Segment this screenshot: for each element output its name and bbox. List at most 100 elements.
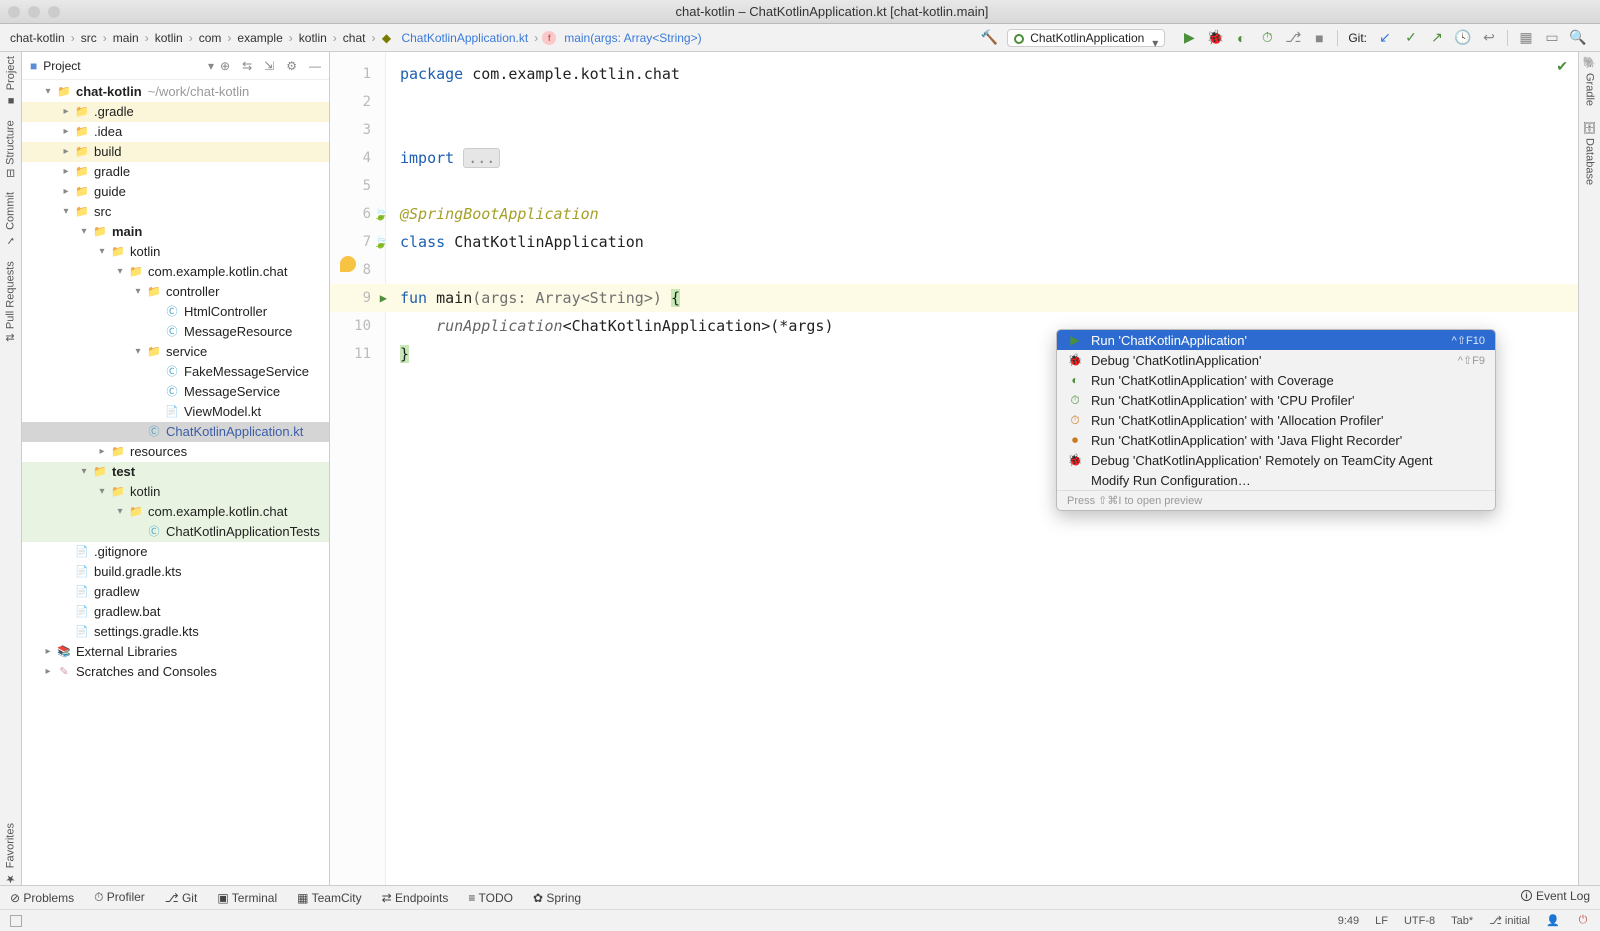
expand-arrow-icon[interactable]: ▸ [60, 182, 72, 202]
tree-row[interactable]: ▾📁kotlin [22, 242, 329, 262]
tool-todo[interactable]: ≡ TODO [468, 891, 513, 905]
tree-row[interactable]: ▸📁resources [22, 442, 329, 462]
line-number[interactable]: 1 [330, 60, 385, 88]
expand-arrow-icon[interactable]: ▾ [78, 462, 90, 482]
tool-tab-commit[interactable]: ✓Commit [4, 192, 17, 247]
expand-arrow-icon[interactable]: ▸ [96, 442, 108, 462]
expand-arrow-icon[interactable]: ▸ [60, 102, 72, 122]
tool-tab-pull-requests[interactable]: ⇅Pull Requests [4, 261, 17, 342]
tool-tab-structure[interactable]: ⊟Structure [4, 120, 17, 178]
expand-arrow-icon[interactable]: ▾ [96, 242, 108, 262]
expand-arrow-icon[interactable]: ▾ [132, 342, 144, 362]
ide-features-icon[interactable]: ▭ [1544, 30, 1560, 46]
expand-arrow-icon[interactable]: ▸ [42, 662, 54, 682]
tree-row[interactable]: 📄gradlew [22, 582, 329, 602]
tree-row[interactable]: ▾📁test [22, 462, 329, 482]
tree-row[interactable]: ▾📁com.example.kotlin.chat [22, 502, 329, 522]
tool-tab-gradle[interactable]: 🐘Gradle [1583, 56, 1596, 106]
tool-profiler[interactable]: ⏱ Profiler [94, 890, 145, 905]
gutter[interactable]: 123456🍃7🍃89▶1011 [330, 52, 386, 885]
tree-row[interactable]: ⒸHtmlController [22, 302, 329, 322]
context-menu-item[interactable]: ⏱Run 'ChatKotlinApplication' with 'CPU P… [1057, 390, 1495, 410]
run-config-selector[interactable]: ChatKotlinApplication ▾ [1007, 29, 1165, 47]
expand-arrow-icon[interactable]: ▸ [60, 162, 72, 182]
run-context-menu[interactable]: ▶Run 'ChatKotlinApplication'^⇧F10🐞Debug … [1056, 329, 1496, 511]
tool-spring[interactable]: ✿ Spring [533, 891, 581, 905]
context-menu-item[interactable]: ◐Run 'ChatKotlinApplication' with Covera… [1057, 370, 1495, 390]
spring-gutter-icon[interactable]: 🍃 [373, 235, 387, 249]
tree-row[interactable]: ▾📁com.example.kotlin.chat [22, 262, 329, 282]
editor[interactable]: ✔ 123456🍃7🍃89▶1011 package com.example.k… [330, 52, 1578, 885]
tree-row[interactable]: ▸📁build [22, 142, 329, 162]
tree-row[interactable]: ▸📁.gradle [22, 102, 329, 122]
tree-row[interactable]: 📄settings.gradle.kts [22, 622, 329, 642]
gear-icon[interactable]: ⚙ [286, 59, 297, 73]
tree-row[interactable]: ▾📁controller [22, 282, 329, 302]
stop-icon[interactable]: ■ [1311, 30, 1327, 46]
expand-arrow-icon[interactable]: ▾ [60, 202, 72, 222]
tree-row[interactable]: ▾📁main [22, 222, 329, 242]
expand-arrow-icon[interactable]: ▾ [42, 82, 54, 102]
status-lock-icon[interactable]: ⏻ [1576, 914, 1590, 928]
attach-icon[interactable]: ⎇ [1285, 30, 1301, 46]
line-number[interactable]: 6🍃 [330, 200, 385, 228]
crumb-file[interactable]: ChatKotlinApplication.kt [399, 31, 530, 45]
tree-row[interactable]: 📄ViewModel.kt [22, 402, 329, 422]
tree-row[interactable]: 📄gradlew.bat [22, 602, 329, 622]
teamcity-icon[interactable]: ▦ [1518, 30, 1534, 46]
context-menu-item[interactable]: 🐞Debug 'ChatKotlinApplication' Remotely … [1057, 450, 1495, 470]
line-number[interactable]: 2 [330, 88, 385, 116]
crumb-function[interactable]: main(args: Array<String>) [562, 31, 703, 45]
crumb[interactable]: src [79, 31, 99, 45]
crumb[interactable]: main [111, 31, 141, 45]
tool-terminal[interactable]: ▣ Terminal [217, 891, 277, 905]
tool-window-toggle-icon[interactable] [10, 915, 22, 927]
project-tree[interactable]: ▾📁chat-kotlin~/work/chat-kotlin▸📁.gradle… [22, 80, 329, 885]
tool-event-log[interactable]: 🛈 Event Log [1520, 887, 1590, 908]
status-caret-pos[interactable]: 9:49 [1338, 915, 1359, 927]
tree-row[interactable]: ⒸChatKotlinApplication.kt [22, 422, 329, 442]
line-number[interactable]: 10 [330, 312, 385, 340]
tree-row[interactable]: 📄build.gradle.kts [22, 562, 329, 582]
tree-row[interactable]: ▾📁service [22, 342, 329, 362]
git-commit-icon[interactable]: ✓ [1403, 30, 1419, 46]
expand-arrow-icon[interactable]: ▸ [42, 642, 54, 662]
status-indent[interactable]: Tab* [1451, 915, 1473, 927]
status-line-ending[interactable]: LF [1375, 915, 1388, 927]
tree-row[interactable]: ▸📁gradle [22, 162, 329, 182]
expand-arrow-icon[interactable]: ▸ [60, 142, 72, 162]
crumb[interactable]: com [197, 31, 224, 45]
tree-row[interactable]: ▸📁guide [22, 182, 329, 202]
tool-teamcity[interactable]: ▦ TeamCity [297, 891, 361, 905]
git-rollback-icon[interactable]: ↩ [1481, 30, 1497, 46]
zoom-icon[interactable] [48, 6, 60, 18]
chevron-down-icon[interactable]: ▾ [208, 59, 214, 73]
tree-row[interactable]: ▸📚External Libraries [22, 642, 329, 662]
profile-icon[interactable]: ⏱ [1259, 30, 1275, 46]
context-menu-item[interactable]: ⏱Run 'ChatKotlinApplication' with 'Alloc… [1057, 410, 1495, 430]
expand-arrow-icon[interactable]: ▸ [60, 122, 72, 142]
expand-arrow-icon[interactable]: ▾ [96, 482, 108, 502]
crumb[interactable]: chat [341, 31, 368, 45]
tool-endpoints[interactable]: ⇄ Endpoints [382, 891, 449, 905]
status-encoding[interactable]: UTF-8 [1404, 915, 1435, 927]
locate-icon[interactable]: ⊕ [220, 59, 230, 73]
tool-tab-database[interactable]: 🗄Database [1583, 120, 1596, 185]
tool-git[interactable]: ⎇ Git [165, 891, 198, 905]
context-menu-item[interactable]: ▶Run 'ChatKotlinApplication'^⇧F10 [1057, 330, 1495, 350]
crumb[interactable]: chat-kotlin [8, 31, 67, 45]
status-user-icon[interactable]: 👤 [1546, 914, 1560, 928]
traffic-lights[interactable] [8, 6, 60, 18]
search-icon[interactable]: 🔍 [1570, 30, 1586, 46]
fold-placeholder[interactable]: ... [463, 148, 500, 168]
crumb[interactable]: example [235, 31, 284, 45]
tree-row[interactable]: ▾📁src [22, 202, 329, 222]
line-number[interactable]: 4 [330, 144, 385, 172]
spring-gutter-icon[interactable]: 🍃 [373, 207, 387, 221]
context-menu-item[interactable]: 🐞Debug 'ChatKotlinApplication'^⇧F9 [1057, 350, 1495, 370]
crumb[interactable]: kotlin [153, 31, 185, 45]
tree-row[interactable]: 📄.gitignore [22, 542, 329, 562]
tool-problems[interactable]: ⊘ Problems [10, 891, 74, 905]
run-icon[interactable]: ▶ [1181, 30, 1197, 46]
debug-icon[interactable]: 🐞 [1207, 30, 1223, 46]
